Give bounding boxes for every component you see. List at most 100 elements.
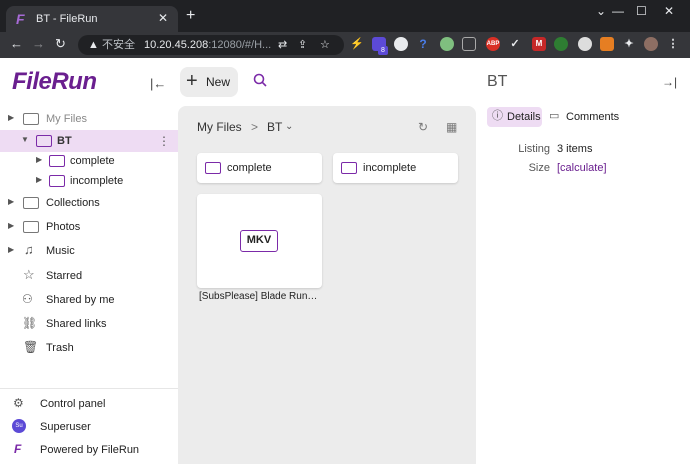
sidebar-item-photos[interactable]: ▶ Photos [0, 216, 178, 238]
folder-label: complete [227, 162, 272, 174]
address-bar[interactable]: ▲ 不安全 10.20.45.208:12080/#/H... ⇄ ⇪ ☆ [78, 35, 344, 55]
more-vert-icon[interactable]: ⋮ [158, 134, 170, 148]
sidebar-item-collections[interactable]: ▶ Collections [0, 192, 178, 214]
sidebar-footer: ⚙ Control panel Su Superuser F Powered b… [0, 388, 178, 456]
folder-icon [341, 162, 357, 174]
folder-icon [49, 155, 65, 167]
check-extension-icon[interactable]: ✓ [508, 37, 522, 51]
sidebar-item-my-files[interactable]: ▶ My Files [0, 108, 178, 130]
warning-icon[interactable]: ▲ [88, 38, 99, 52]
tab-label: Details [507, 111, 541, 123]
filerun-logo[interactable]: FileRun [12, 68, 97, 96]
file-type-badge: MKV [240, 230, 278, 252]
back-arrow-icon[interactable]: ← [10, 37, 23, 51]
trash-icon: 🗑 [23, 340, 39, 354]
sidebar-item-label: Starred [46, 270, 83, 282]
mail-extension-icon[interactable]: M [532, 37, 546, 51]
sidebar-item-complete[interactable]: ▶ complete [0, 150, 178, 172]
file-card[interactable]: MKV [197, 194, 322, 288]
sidebar-item-bt[interactable]: ▼ BT ⋮ [0, 130, 178, 152]
chevron-down-icon[interactable]: ⌄ [596, 4, 606, 18]
translate-icon[interactable]: ⇄ [278, 38, 287, 52]
property-key-size: Size [528, 162, 550, 174]
chevron-down-icon[interactable]: ▼ [21, 135, 29, 145]
sidebar-item-music[interactable]: ▶ ♫ Music [0, 240, 178, 262]
sidebar: FileRun |← ▶ My Files ▼ BT ⋮ ▶ complete … [0, 58, 178, 464]
folder-card-complete[interactable]: complete [197, 153, 322, 183]
puzzle-icon[interactable]: ✦ [622, 37, 636, 51]
file-name[interactable]: [SubsPlease] Blade Runn... [199, 291, 321, 303]
tab-close-icon[interactable]: ✕ [158, 11, 168, 25]
fox-extension-icon[interactable] [600, 37, 614, 51]
collections-icon [23, 197, 39, 209]
url-text[interactable]: 10.20.45.208:12080/#/H... [144, 38, 271, 52]
chevron-right-icon[interactable]: ▶ [8, 113, 14, 123]
breadcrumb-root[interactable]: My Files [197, 120, 242, 134]
avatar: Su [12, 419, 26, 433]
adblock-extension-icon[interactable]: ABP [486, 37, 500, 51]
user-menu[interactable]: Su Superuser [0, 416, 178, 438]
new-button-label: New [206, 75, 231, 89]
circle-extension-icon[interactable] [440, 37, 454, 51]
sidebar-item-shared-by-me[interactable]: ⚇ Shared by me [0, 289, 178, 311]
tab-title: BT - FileRun [36, 13, 98, 25]
chevron-right-icon[interactable]: ▶ [8, 221, 14, 231]
sidebar-item-shared-links[interactable]: ⛓ Shared links [0, 313, 178, 335]
tab-details[interactable]: ⓘ Details [487, 107, 542, 127]
view-toggle-icon[interactable]: ▦ [446, 120, 457, 134]
info-icon: ⓘ [492, 110, 503, 122]
sidebar-item-label: incomplete [70, 175, 124, 187]
breadcrumb-separator: > [251, 120, 259, 134]
sidebar-item-incomplete[interactable]: ▶ incomplete [0, 170, 178, 192]
minimize-button[interactable]: — [612, 4, 624, 18]
folder-icon [49, 175, 65, 187]
face-extension-icon[interactable] [578, 37, 592, 51]
calculate-size-link[interactable]: [calculate] [557, 162, 607, 175]
star-icon: ☆ [23, 267, 35, 282]
cloud-extension-icon[interactable] [394, 37, 408, 51]
close-panel-icon[interactable]: →| [662, 75, 677, 89]
sidebar-item-trash[interactable]: 🗑 Trash [0, 337, 178, 359]
sidebar-item-label: Shared links [46, 318, 107, 330]
maximize-button[interactable]: ☐ [636, 4, 647, 18]
more-menu-icon[interactable]: ⋮ [666, 37, 680, 51]
tab-comments[interactable]: ▭ Comments [546, 107, 620, 127]
breadcrumb-current[interactable]: BT [267, 120, 282, 134]
powered-by-link[interactable]: F Powered by FileRun [0, 439, 178, 461]
sidebar-item-starred[interactable]: ☆ Starred [0, 265, 178, 287]
reload-icon[interactable]: ↻ [55, 37, 66, 51]
pdf-extension-icon[interactable] [462, 37, 476, 51]
property-key-listing: Listing [518, 143, 550, 155]
details-title: BT [487, 73, 508, 90]
share-icon[interactable]: ⇪ [298, 38, 307, 52]
url-rest: :12080/#/H... [208, 39, 272, 51]
refresh-icon[interactable]: ↻ [418, 120, 428, 134]
close-window-button[interactable]: ✕ [664, 4, 674, 18]
comment-icon: ▭ [549, 110, 560, 122]
chevron-right-icon[interactable]: ▶ [36, 175, 42, 185]
collapse-sidebar-icon[interactable]: |← [150, 76, 166, 91]
music-icon: ♫ [24, 242, 34, 257]
person-add-icon: ⚇ [22, 292, 33, 306]
new-button[interactable]: + New [180, 67, 238, 97]
sidebar-item-label: Control panel [40, 398, 106, 410]
star-bookmark-icon[interactable]: ☆ [320, 38, 330, 52]
property-value-listing: 3 items [557, 143, 593, 155]
green-extension-icon[interactable] [554, 37, 568, 51]
chevron-down-icon[interactable]: ⌄ [285, 120, 293, 134]
profile-avatar[interactable] [644, 37, 658, 51]
search-icon[interactable] [253, 73, 267, 87]
new-tab-button[interactable]: + [186, 8, 195, 24]
control-panel-link[interactable]: ⚙ Control panel [0, 393, 178, 415]
folder-card-incomplete[interactable]: incomplete [333, 153, 458, 183]
chevron-right-icon[interactable]: ▶ [8, 245, 14, 255]
forward-arrow-icon[interactable]: → [32, 37, 45, 51]
browser-tab[interactable]: F BT - FileRun ✕ [6, 6, 178, 32]
chevron-right-icon[interactable]: ▶ [36, 155, 42, 165]
chevron-right-icon[interactable]: ▶ [8, 197, 14, 207]
lightning-extension-icon[interactable]: ⚡ [350, 37, 364, 51]
help-extension-icon[interactable]: ? [416, 37, 430, 51]
sidebar-item-label: complete [70, 155, 115, 167]
tab-label: Comments [566, 111, 620, 123]
folder-icon [23, 113, 39, 125]
